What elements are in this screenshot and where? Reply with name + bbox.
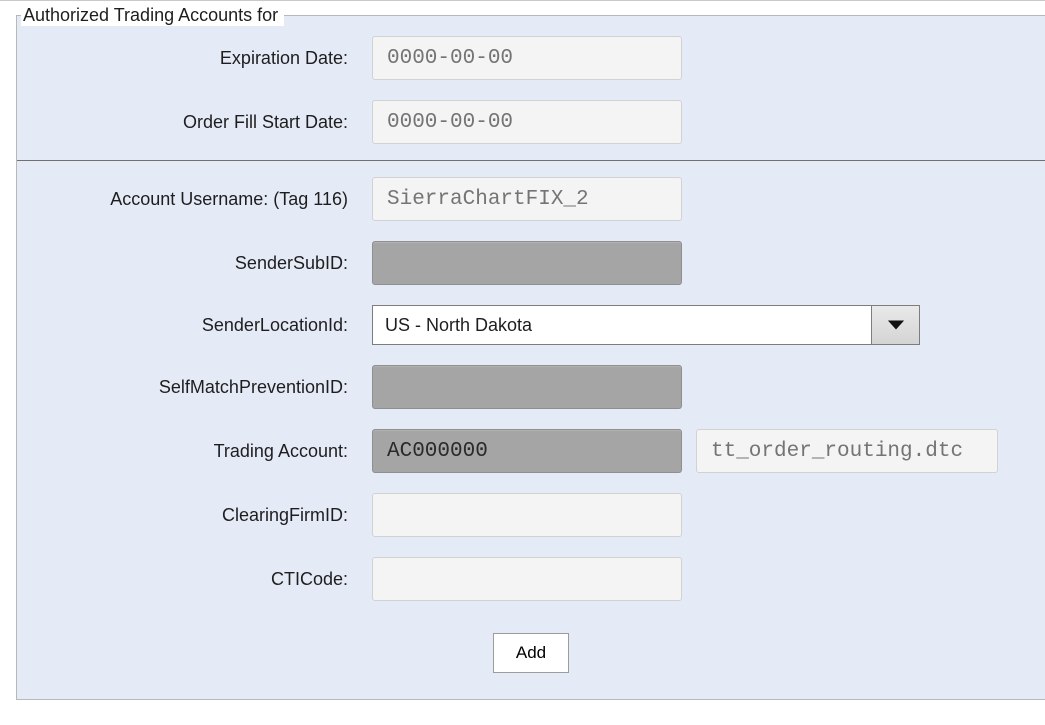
label-trading-account: Trading Account: (17, 441, 372, 462)
row-expiration-date: Expiration Date: 0000-00-00 (17, 26, 1045, 90)
add-button-row: Add (17, 633, 1045, 673)
row-sender-sub-id: SenderSubID: (17, 231, 1045, 295)
row-self-match-prevention-id: SelfMatchPreventionID: (17, 355, 1045, 419)
label-clearing-firm-id: ClearingFirmID: (17, 505, 372, 526)
add-button[interactable]: Add (493, 633, 569, 673)
row-sender-location-id: SenderLocationId: US - North Dakota (17, 295, 1045, 355)
label-order-fill-start-date: Order Fill Start Date: (17, 112, 372, 133)
label-cti-code: CTICode: (17, 569, 372, 590)
account-username-input[interactable]: SierraChartFIX_2 (372, 177, 682, 221)
label-self-match-prevention-id: SelfMatchPreventionID: (17, 377, 372, 398)
form-body: Expiration Date: 0000-00-00 Order Fill S… (17, 26, 1045, 673)
label-sender-location-id: SenderLocationId: (17, 315, 372, 336)
dropdown-button[interactable] (871, 306, 919, 344)
row-order-fill-start-date: Order Fill Start Date: 0000-00-00 (17, 90, 1045, 154)
section-divider (17, 160, 1045, 161)
sender-location-id-select[interactable]: US - North Dakota (372, 305, 920, 345)
label-account-username: Account Username: (Tag 116) (17, 189, 372, 210)
expiration-date-input[interactable]: 0000-00-00 (372, 36, 682, 80)
order-fill-start-date-input[interactable]: 0000-00-00 (372, 100, 682, 144)
label-expiration-date: Expiration Date: (17, 48, 372, 69)
sender-sub-id-input[interactable] (372, 241, 682, 285)
fieldset-legend: Authorized Trading Accounts for (21, 5, 284, 26)
chevron-down-icon (887, 315, 905, 336)
trading-account-input[interactable]: AC000000 (372, 429, 682, 473)
self-match-prevention-id-input[interactable] (372, 365, 682, 409)
authorized-trading-accounts-fieldset: Authorized Trading Accounts for Expirati… (16, 5, 1045, 700)
row-clearing-firm-id: ClearingFirmID: (17, 483, 1045, 547)
window-top-border (0, 0, 1045, 1)
row-trading-account: Trading Account: AC000000 tt_order_routi… (17, 419, 1045, 483)
row-cti-code: CTICode: (17, 547, 1045, 611)
label-sender-sub-id: SenderSubID: (17, 253, 372, 274)
row-account-username: Account Username: (Tag 116) SierraChartF… (17, 167, 1045, 231)
trading-account-routing-input[interactable]: tt_order_routing.dtc (696, 429, 998, 473)
clearing-firm-id-input[interactable] (372, 493, 682, 537)
cti-code-input[interactable] (372, 557, 682, 601)
sender-location-id-value: US - North Dakota (373, 306, 871, 344)
